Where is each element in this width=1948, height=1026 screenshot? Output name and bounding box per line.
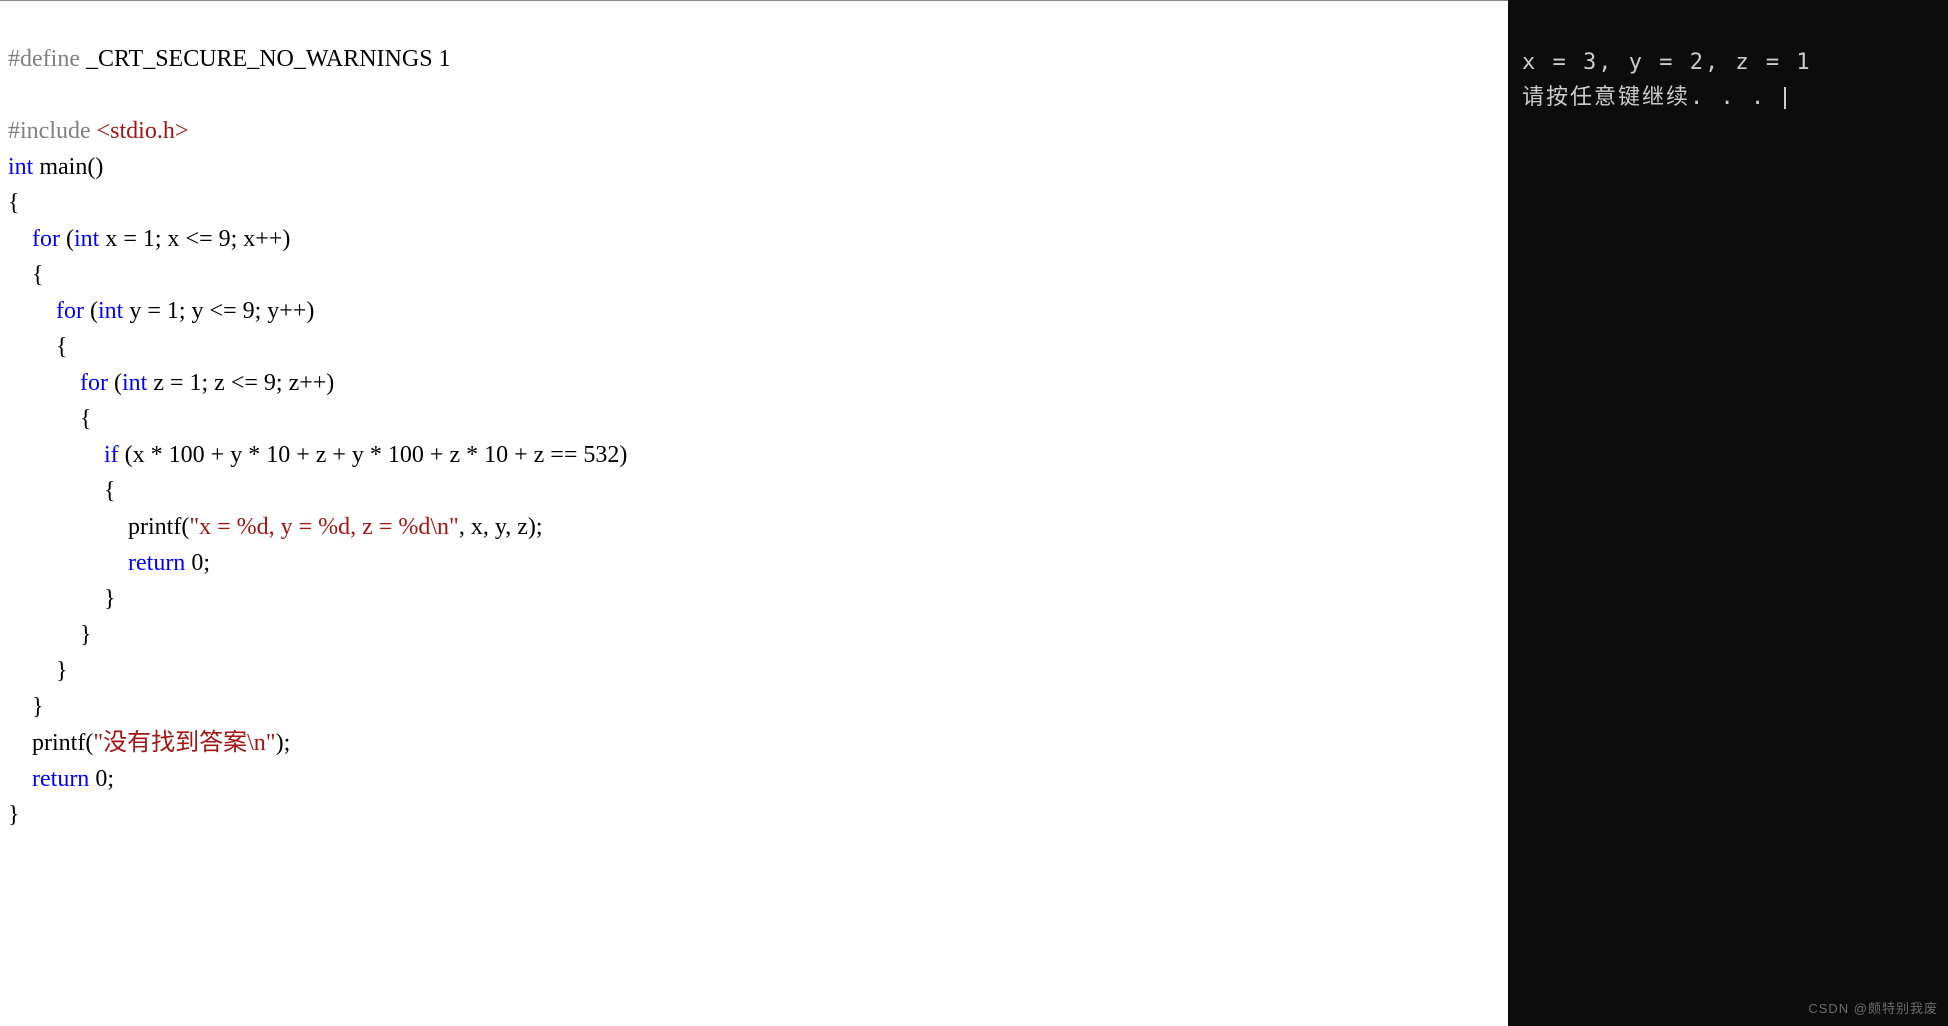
preprocessor-include: #include — [8, 118, 91, 144]
keyword-if: if — [8, 442, 119, 468]
brace-close: } — [8, 658, 68, 684]
printf-call: printf( — [8, 730, 93, 756]
brace-close: } — [8, 586, 116, 612]
format-string: "x = %d, y = %d, z = %d\n" — [189, 514, 459, 540]
include-header: <stdio.h> — [91, 118, 189, 144]
printf-end: ); — [276, 730, 291, 756]
for-y-expr: y = 1; y <= 9; y++) — [123, 298, 314, 324]
for-x-expr: x = 1; x <= 9; x++) — [99, 226, 290, 252]
brace-close: } — [8, 802, 20, 828]
keyword-int: int — [122, 370, 147, 396]
paren: ( — [84, 298, 98, 324]
main-signature: main() — [33, 154, 103, 180]
keyword-int: int — [8, 154, 33, 180]
keyword-for: for — [8, 226, 60, 252]
console-output[interactable]: x = 3, y = 2, z = 1 请按任意键继续. . . CSDN @颇… — [1508, 0, 1948, 1026]
format-string: "没有找到答案\n" — [93, 730, 275, 756]
define-value: _CRT_SECURE_NO_WARNINGS 1 — [80, 46, 451, 72]
printf-args: , x, y, z); — [459, 514, 543, 540]
brace-close: } — [8, 622, 92, 648]
keyword-for: for — [8, 298, 84, 324]
brace-open: { — [8, 190, 20, 216]
keyword-for: for — [8, 370, 108, 396]
keyword-return: return — [32, 766, 89, 792]
if-condition: (x * 100 + y * 10 + z + y * 100 + z * 10… — [119, 442, 628, 468]
keyword-int: int — [74, 226, 99, 252]
brace-open: { — [8, 334, 68, 360]
printf-call: printf( — [8, 514, 189, 540]
indent — [8, 766, 32, 792]
cursor-icon — [1784, 87, 1786, 109]
return-value: 0; — [89, 766, 114, 792]
for-z-expr: z = 1; z <= 9; z++) — [147, 370, 334, 396]
keyword-return: return — [128, 550, 185, 576]
paren: ( — [60, 226, 74, 252]
preprocessor-define: #define — [8, 46, 80, 72]
paren: ( — [108, 370, 122, 396]
indent — [8, 550, 128, 576]
brace-open: { — [8, 262, 44, 288]
brace-open: { — [8, 406, 92, 432]
keyword-int: int — [98, 298, 123, 324]
brace-open: { — [8, 478, 116, 504]
return-value: 0; — [185, 550, 210, 576]
console-line-prompt: 请按任意键继续. . . — [1522, 85, 1781, 110]
console-line-result: x = 3, y = 2, z = 1 — [1522, 50, 1812, 75]
brace-close: } — [8, 694, 44, 720]
watermark-text: CSDN @颇特别我废 — [1808, 999, 1938, 1020]
code-editor[interactable]: #define _CRT_SECURE_NO_WARNINGS 1 #inclu… — [0, 0, 1508, 1026]
